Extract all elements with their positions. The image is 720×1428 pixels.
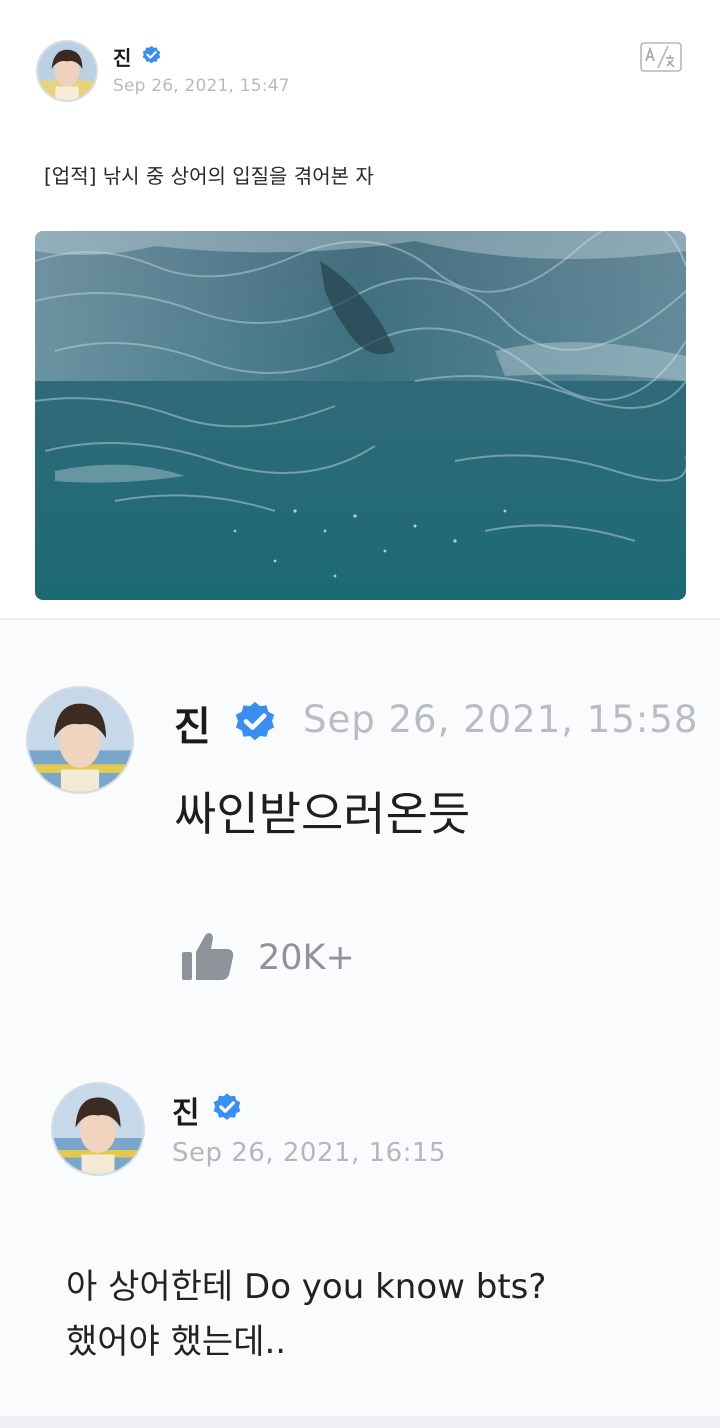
post-timestamp: Sep 26, 2021, 15:47 xyxy=(113,76,290,96)
post-text: [업적] 낚시 중 상어의 입질을 겪어본 자 xyxy=(44,164,374,188)
verified-check-icon xyxy=(142,45,161,64)
author-name[interactable]: 진 xyxy=(174,694,211,752)
verified-check-icon xyxy=(235,701,275,741)
comment-text: 싸인받으러온듯 xyxy=(174,787,471,841)
reply-text: 아 상어한테 Do you know bts? 했어야 했는데.. xyxy=(66,1260,666,1370)
reply-text-line: 아 상어한테 Do you know bts? xyxy=(66,1267,547,1307)
translate-icon[interactable] xyxy=(640,42,682,72)
post-card: 진 Sep 26, 2021, 15:47 [업적] 낚시 중 상어의 입질을 … xyxy=(0,0,720,618)
avatar[interactable] xyxy=(51,1082,145,1176)
like-count: 20K+ xyxy=(258,938,355,978)
reply-text-line: 했어야 했는데.. xyxy=(66,1322,287,1362)
thumbs-up-icon[interactable] xyxy=(180,930,236,982)
sea-shark-photo xyxy=(35,231,686,600)
bottom-bar xyxy=(0,1416,720,1428)
author-name[interactable]: 진 xyxy=(113,42,131,71)
author-name[interactable]: 진 xyxy=(172,1088,200,1132)
avatar[interactable] xyxy=(26,686,134,794)
comment-timestamp: Sep 26, 2021, 15:58 xyxy=(303,698,699,741)
reply-timestamp: Sep 26, 2021, 16:15 xyxy=(172,1138,447,1168)
avatar[interactable] xyxy=(36,40,98,102)
verified-check-icon xyxy=(213,1093,241,1120)
post-photo[interactable] xyxy=(35,231,686,600)
comment-section: 진 Sep 26, 2021, 15:58 싸인받으러온듯 20K+ 진 Sep… xyxy=(0,620,720,1428)
